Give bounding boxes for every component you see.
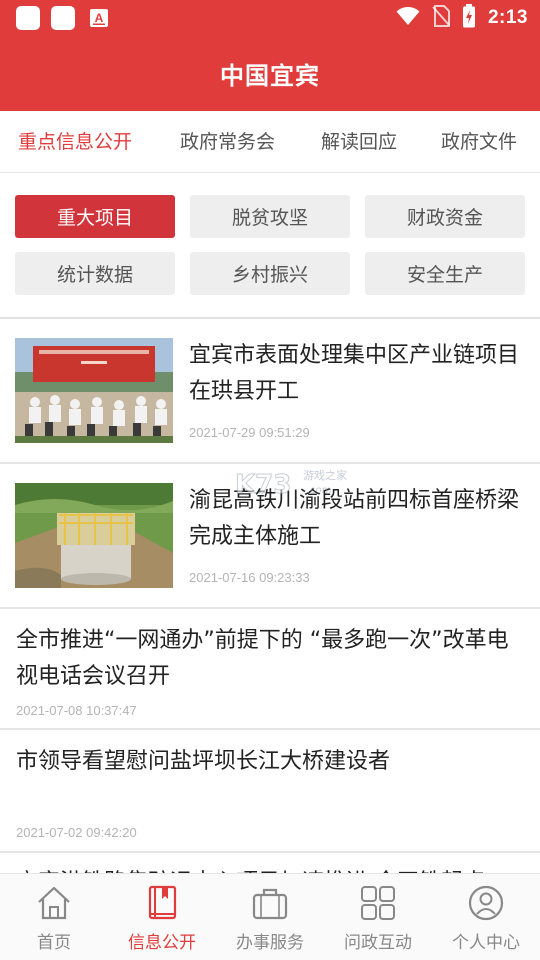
app-header: A 2:13 中国宜宾 — [0, 0, 540, 111]
news-item[interactable]: 市领导看望慰问盐坪坝长江大桥建设者 2021-07-02 09:42:20 — [0, 730, 540, 853]
watermark-logo: K73 游戏之家 .com — [233, 463, 353, 503]
font-app-icon: A — [89, 8, 109, 28]
nav-label: 问政互动 — [344, 933, 412, 953]
nav-personal-center[interactable]: 个人中心 — [432, 874, 540, 960]
home-icon — [36, 884, 72, 922]
tab-key-info[interactable]: 重点信息公开 — [18, 127, 132, 154]
tab-executive-meeting[interactable]: 政府常务会 — [180, 127, 275, 154]
news-thumbnail-bridge — [15, 483, 173, 588]
news-date: 2021-07-29 09:51:29 — [189, 425, 310, 440]
chip-fiscal-funds[interactable]: 财政资金 — [365, 195, 525, 238]
chip-work-safety[interactable]: 安全生产 — [365, 252, 525, 295]
nav-home[interactable]: 首页 — [0, 874, 108, 960]
chip-major-projects[interactable]: 重大项目 — [15, 195, 175, 238]
nav-label: 办事服务 — [236, 933, 304, 953]
no-sim-icon — [432, 5, 450, 31]
watermark-sub-text: 游戏之家 — [303, 468, 347, 482]
nav-interaction[interactable]: 问政互动 — [324, 874, 432, 960]
status-bar: A 2:13 — [0, 0, 540, 36]
news-date: 2021-07-08 10:37:47 — [16, 703, 137, 718]
nav-label: 首页 — [37, 933, 71, 953]
news-date: 2021-07-02 09:42:20 — [16, 825, 137, 840]
wifi-icon — [396, 6, 420, 30]
page-title: 中国宜宾 — [220, 62, 320, 90]
watermark-url-text: .com — [307, 485, 332, 496]
bottom-navigation: 首页 信息公开 办事服务 问政互动 个人中心 — [0, 873, 540, 960]
tab-bar: 重点信息公开 政府常务会 解读回应 政府文件 — [0, 111, 540, 173]
tab-interpretation[interactable]: 解读回应 — [321, 127, 397, 154]
user-icon — [468, 884, 504, 922]
battery-charging-icon — [462, 4, 476, 32]
book-icon — [144, 884, 180, 922]
news-title[interactable]: 市领导看望慰问盐坪坝长江大桥建设者 — [16, 744, 526, 780]
nav-label: 个人中心 — [452, 933, 520, 953]
category-chips: 重大项目 脱贫攻坚 财政资金 统计数据 乡村振兴 安全生产 — [15, 195, 525, 295]
tab-gov-documents[interactable]: 政府文件 — [441, 127, 517, 154]
news-item[interactable]: 全市推进“一网通办”前提下的 “最多跑一次”改革电视电话会议召开 2021-07… — [0, 609, 540, 730]
nav-label: 信息公开 — [128, 933, 196, 953]
news-thumbnail-groundbreaking — [15, 338, 173, 443]
nav-services[interactable]: 办事服务 — [216, 874, 324, 960]
grid-icon — [360, 884, 396, 922]
chip-poverty-alleviation[interactable]: 脱贫攻坚 — [190, 195, 350, 238]
briefcase-icon — [252, 884, 288, 922]
svg-text:A: A — [95, 11, 104, 25]
chip-rural-revitalization[interactable]: 乡村振兴 — [190, 252, 350, 295]
watermark-logo-text: K73 — [235, 470, 291, 500]
news-title[interactable]: 全市推进“一网通办”前提下的 “最多跑一次”改革电视电话会议召开 — [16, 623, 526, 695]
news-title[interactable]: 宜宾市表面处理集中区产业链项目在珙县开工 — [189, 338, 529, 410]
news-item[interactable]: 宜宾市表面处理集中区产业链项目在珙县开工 2021-07-29 09:51:29 — [0, 319, 540, 464]
chip-statistics[interactable]: 统计数据 — [15, 252, 175, 295]
app-icon — [16, 6, 40, 30]
status-time: 2:13 — [487, 7, 528, 28]
app-icon — [51, 6, 75, 30]
news-date: 2021-07-16 09:23:33 — [189, 570, 310, 585]
nav-info-disclosure[interactable]: 信息公开 — [108, 874, 216, 960]
